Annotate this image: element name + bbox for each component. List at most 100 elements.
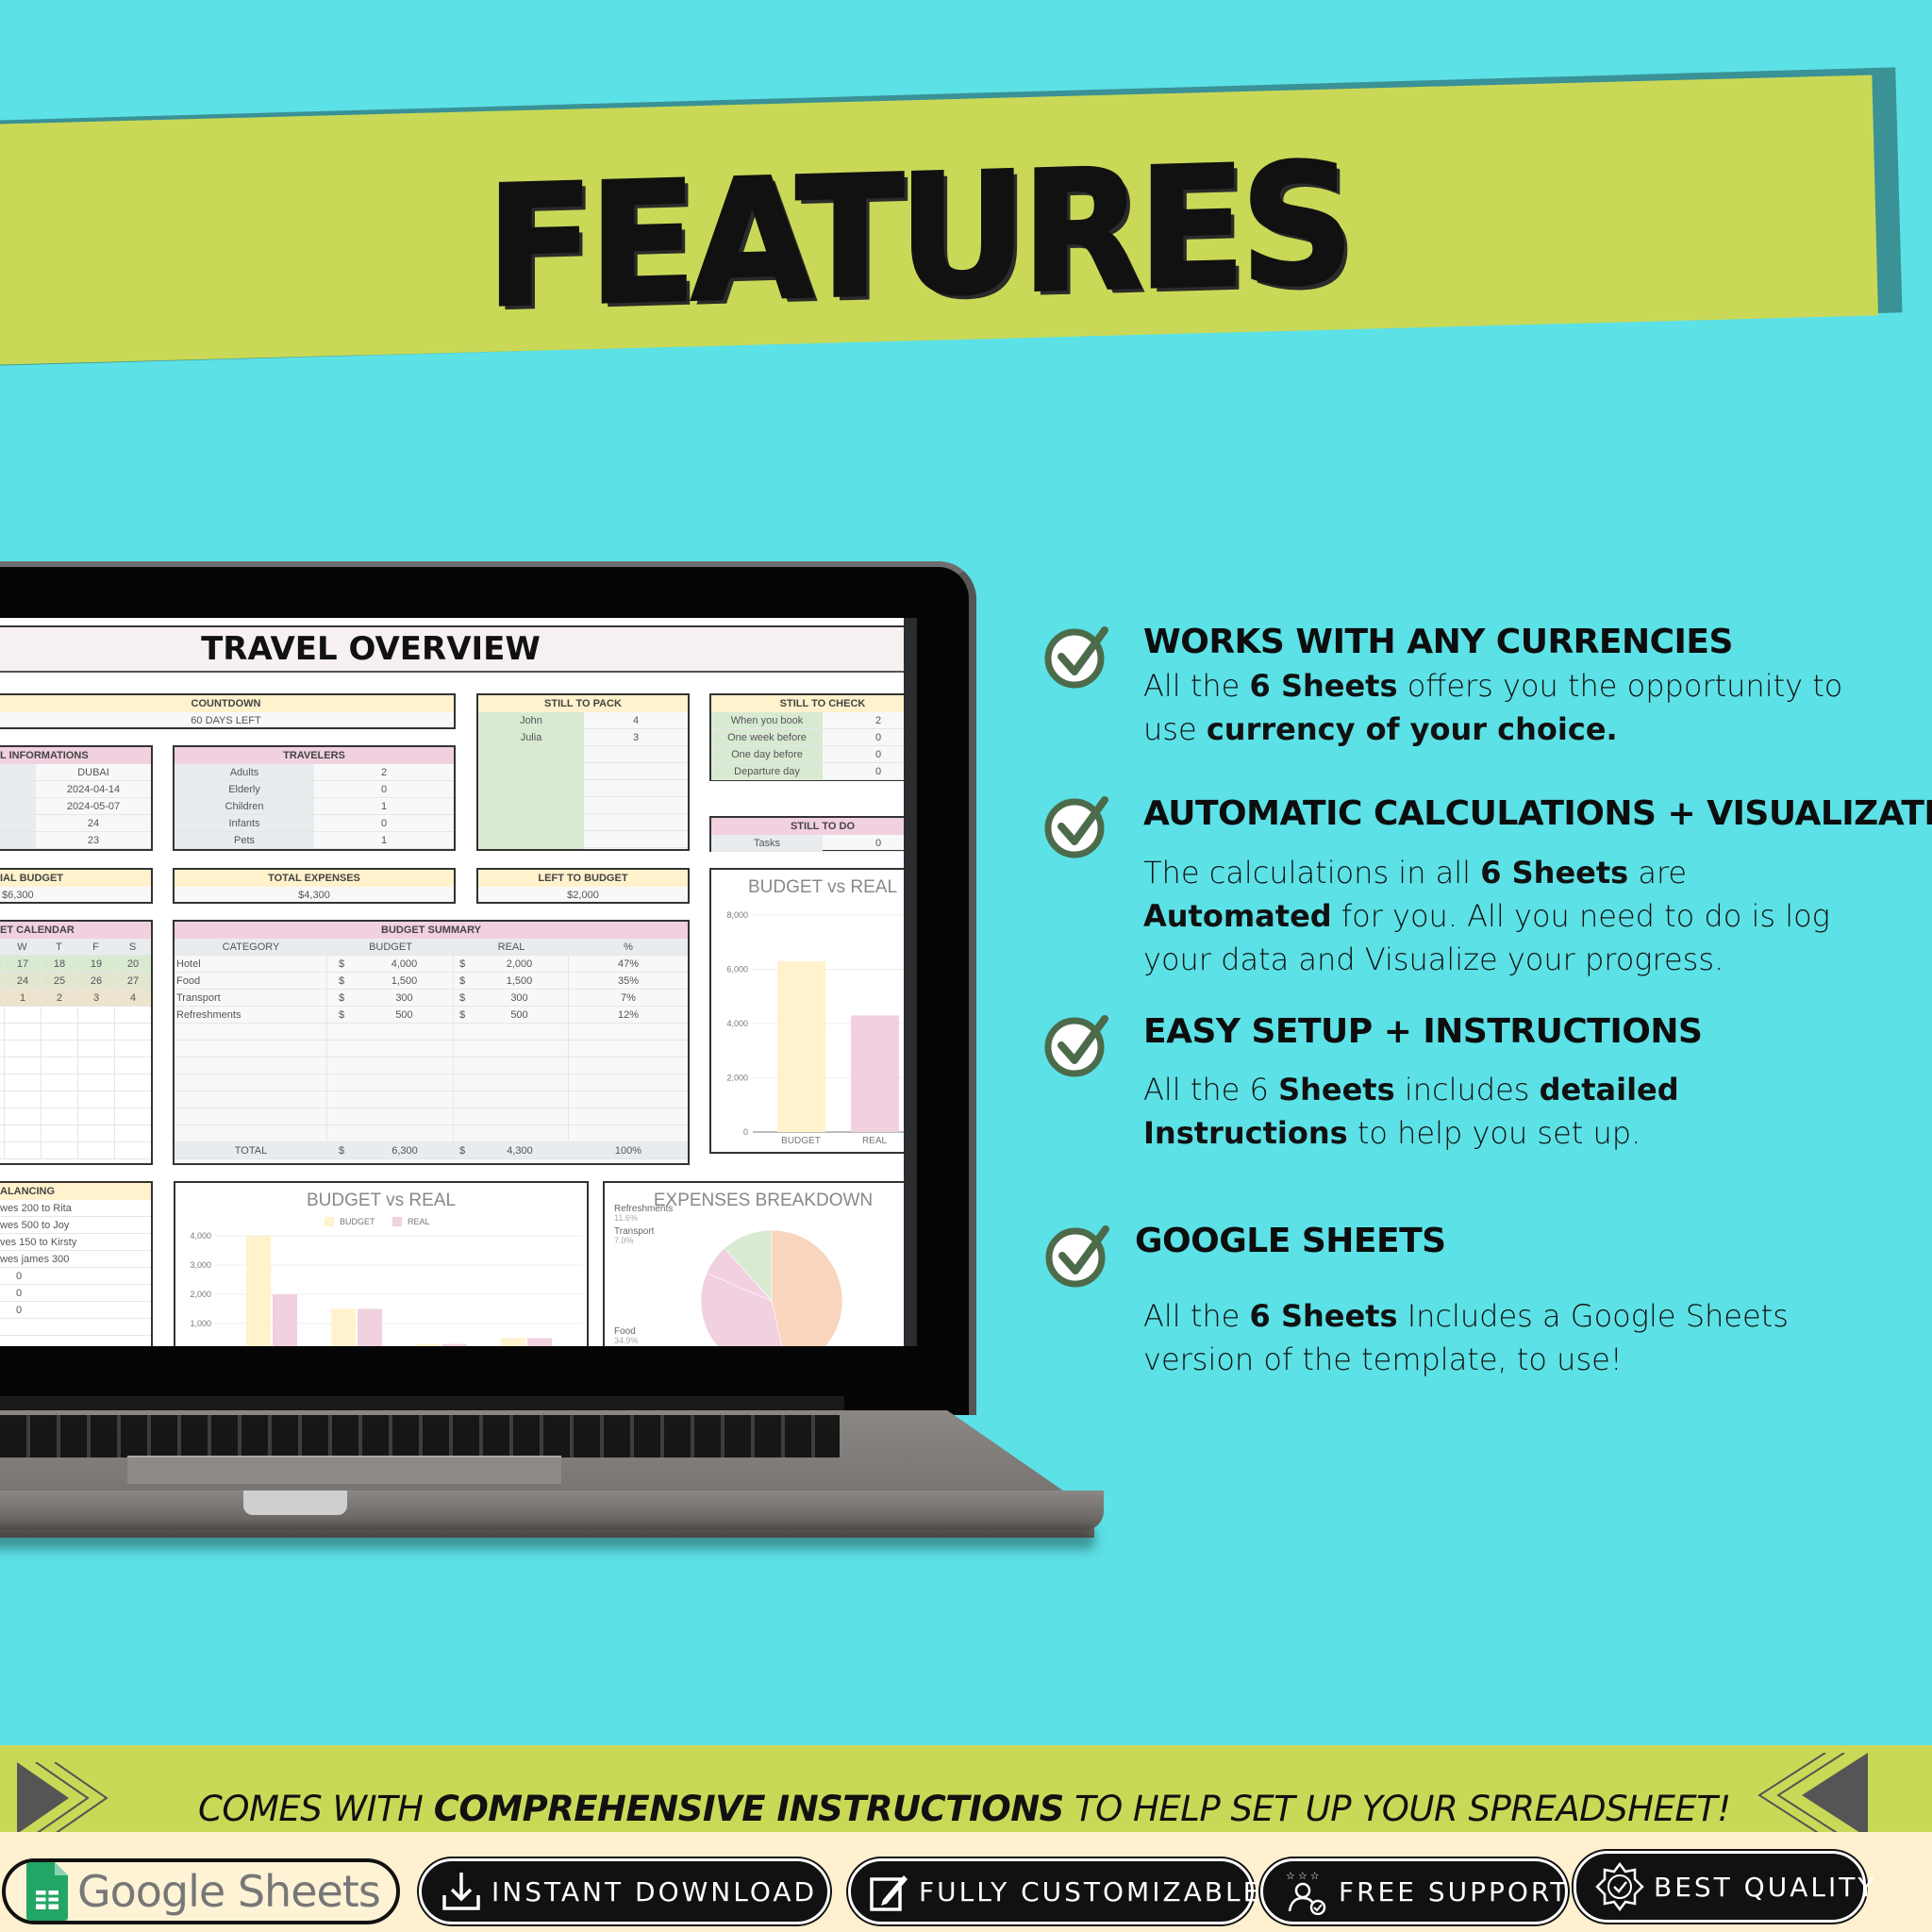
calendar-day[interactable] [77, 1091, 114, 1108]
balancing-row: 0 [0, 1302, 151, 1319]
instant-download-badge[interactable]: INSTANT DOWNLOAD [419, 1858, 830, 1924]
bar-refreshments-budget [501, 1338, 525, 1346]
calendar-day[interactable] [4, 1091, 41, 1108]
feature-title: EASY SETUP + INSTRUCTIONS [1143, 1012, 1703, 1051]
pack-value [584, 797, 688, 814]
still-to-check-block: STILL TO CHECK When you book 2 One week be… [709, 693, 904, 781]
calendar-day[interactable] [4, 1007, 41, 1023]
calendar-day[interactable] [77, 1058, 114, 1074]
check-icon [1043, 1222, 1109, 1288]
budget-vs-real-total-chart: BUDGET vs REAL 0 2,000 4,000 6,000 8,000 BUDG… [709, 868, 904, 1154]
calendar-day[interactable] [4, 1058, 41, 1074]
pack-label [478, 797, 584, 814]
laptop-front-edge [0, 1491, 1104, 1530]
balancing-text: 0 [15, 1305, 23, 1316]
calendar-day[interactable] [114, 1125, 151, 1141]
calendar-day[interactable] [114, 1074, 151, 1091]
calendar-day[interactable] [77, 1024, 114, 1040]
calendar-day[interactable] [77, 1142, 114, 1158]
legend-swatch [325, 1217, 334, 1226]
balancing-text: wes james 300 [0, 1254, 70, 1265]
sheet-title-text: TRAVEL OVERVIEW [201, 630, 541, 668]
calendar-day[interactable] [41, 1041, 77, 1057]
initial-budget-header: IAL BUDGET [0, 870, 151, 887]
calendar-day[interactable] [77, 1108, 114, 1124]
calendar-header: ET CALENDAR [0, 922, 151, 939]
calendar-day[interactable]: 24 [4, 973, 41, 989]
google-sheets-icon [26, 1862, 68, 1921]
calendar-day[interactable] [4, 1142, 41, 1158]
currency-symbol: $ [458, 1009, 466, 1021]
instant-download-label: INSTANT DOWNLOAD [491, 1875, 818, 1907]
calendar-day[interactable]: 3 [77, 990, 114, 1006]
laptop-shadow [0, 1528, 1094, 1549]
calendar-day[interactable] [41, 1058, 77, 1074]
info-label-cell [0, 781, 36, 797]
calendar-day[interactable] [41, 1007, 77, 1023]
left-to-budget-header: LEFT TO BUDGET [478, 870, 688, 887]
calendar-day[interactable]: 20 [114, 956, 151, 972]
calendar-day[interactable] [4, 1108, 41, 1124]
real-value: 1,500 [506, 975, 533, 987]
calendar-day[interactable] [41, 1125, 77, 1141]
calendar-day[interactable] [77, 1041, 114, 1057]
calendar-day[interactable] [77, 1125, 114, 1141]
info-value: 24 [87, 818, 100, 829]
calendar-day[interactable]: 25 [41, 973, 77, 989]
informations-block: L INFORMATIONS DUBAI 2024-04-14 2024-05-07… [0, 745, 153, 851]
calendar-day[interactable] [4, 1024, 41, 1040]
calendar-day[interactable] [77, 1074, 114, 1091]
total-real-cell: $4,300 [454, 1142, 569, 1158]
calendar-day[interactable]: 4 [114, 990, 151, 1006]
calendar-day[interactable] [4, 1125, 41, 1141]
calendar-day[interactable] [114, 1142, 151, 1158]
calendar-day[interactable]: 27 [114, 973, 151, 989]
calendar-day[interactable] [4, 1041, 41, 1057]
calendar-day[interactable] [114, 1041, 151, 1057]
calendar-day[interactable] [114, 1007, 151, 1023]
calendar-day[interactable] [41, 1142, 77, 1158]
calendar-day[interactable] [77, 1007, 114, 1023]
category-cell: Refreshments [175, 1007, 327, 1023]
category-cell [175, 1024, 327, 1040]
calendar-day[interactable]: 1 [4, 990, 41, 1006]
check-row: When you book 2 [711, 712, 904, 729]
calendar-day[interactable] [114, 1024, 151, 1040]
best-quality-badge[interactable]: BEST QUALITY [1574, 1851, 1874, 1923]
calendar-week [0, 1125, 151, 1142]
pack-label [478, 814, 584, 831]
calendar-day[interactable] [114, 1108, 151, 1124]
calendar-day[interactable]: 2 [41, 990, 77, 1006]
calendar-day[interactable] [41, 1091, 77, 1108]
calendar-day[interactable] [41, 1108, 77, 1124]
budget-summary-total-row: TOTAL $6,300 $4,300 100% [175, 1142, 688, 1159]
balancing-row: wes 200 to Rita [0, 1200, 151, 1217]
fully-customizable-badge[interactable]: FULLY CUSTOMIZABLE [848, 1858, 1259, 1924]
laptop-trackpad [127, 1456, 561, 1484]
calendar-day[interactable]: 19 [77, 956, 114, 972]
feature-emphasis: Sheets [1278, 1072, 1395, 1108]
calendar-day[interactable]: 26 [77, 973, 114, 989]
calendar-day[interactable] [41, 1024, 77, 1040]
calendar-day[interactable] [41, 1074, 77, 1091]
traveler-value: 1 [380, 801, 388, 812]
free-support-badge[interactable]: ☆☆☆ FREE SUPPORT [1260, 1858, 1568, 1924]
check-row: One day before 0 [711, 746, 904, 763]
category-cell [175, 1058, 327, 1074]
calendar-day[interactable]: 17 [4, 956, 41, 972]
pack-value [584, 746, 688, 763]
calendar-day[interactable]: 18 [41, 956, 77, 972]
traveler-row: Elderly 0 [175, 781, 454, 798]
balancing-text: 0 [15, 1288, 23, 1299]
info-row: DUBAI [0, 764, 151, 781]
calendar-day[interactable] [114, 1058, 151, 1074]
y-tick-label: 0 [743, 1127, 748, 1137]
calendar-day-name: F [92, 941, 99, 953]
calendar-day[interactable] [4, 1074, 41, 1091]
pie-pct: 11.6% [614, 1213, 638, 1223]
google-sheets-badge[interactable]: Google Sheets [2, 1858, 400, 1924]
info-value: DUBAI [77, 767, 109, 778]
calendar-day[interactable] [114, 1091, 151, 1108]
balancing-block: ALANCING wes 200 to Rita wes 500 to Joy ve… [0, 1181, 153, 1346]
balancing-row [0, 1319, 151, 1336]
